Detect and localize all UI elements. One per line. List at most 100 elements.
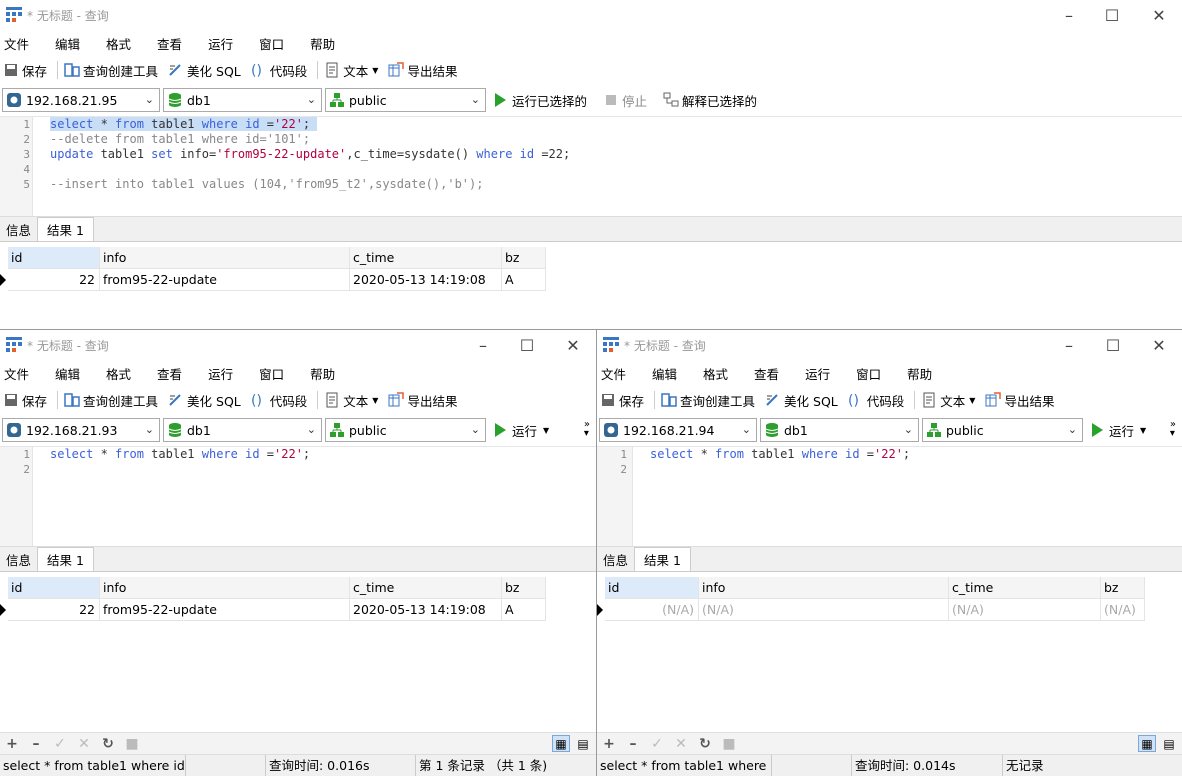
tab-result-1[interactable]: 结果 1 [634, 547, 691, 571]
tab-result-1[interactable]: 结果 1 [37, 547, 94, 571]
delete-record-icon[interactable]: – [28, 736, 44, 752]
column-header[interactable]: info [699, 577, 949, 599]
grid-view-icon[interactable]: ▦ [1138, 735, 1156, 752]
export-result-button[interactable]: 导出结果 [388, 61, 457, 80]
column-header[interactable]: bz [1101, 577, 1145, 599]
add-record-icon[interactable]: + [601, 736, 617, 752]
tab-result-1[interactable]: 结果 1 [37, 217, 94, 241]
form-view-icon[interactable]: ▤ [1160, 735, 1178, 752]
minimize-icon[interactable]: – [1046, 0, 1092, 30]
code-snippet-button[interactable]: () 代码段 [251, 391, 308, 410]
menu-window[interactable]: 窗口 [856, 364, 881, 383]
export-result-button[interactable]: 导出结果 [985, 391, 1054, 410]
column-header[interactable]: info [100, 577, 350, 599]
maximize-icon[interactable]: ☐ [1090, 330, 1136, 360]
column-header[interactable]: bz [502, 577, 546, 599]
column-header[interactable]: c_time [350, 247, 502, 269]
beautify-sql-button[interactable]: 美化 SQL [765, 391, 838, 410]
column-header[interactable]: id [605, 577, 699, 599]
column-header[interactable]: info [100, 247, 350, 269]
tab-info[interactable]: 信息 [0, 547, 37, 571]
apply-changes-icon[interactable]: ✓ [649, 736, 665, 752]
column-header[interactable]: bz [502, 247, 546, 269]
code-snippet-button[interactable]: () 代码段 [251, 61, 308, 80]
column-header[interactable]: c_time [350, 577, 502, 599]
menu-window[interactable]: 窗口 [259, 34, 284, 53]
connection-select[interactable]: 192.168.21.95 ⌄ [2, 88, 160, 112]
menu-run[interactable]: 运行 [805, 364, 830, 383]
connection-select[interactable]: 192.168.21.94 ⌄ [599, 418, 757, 442]
code-snippet-button[interactable]: () 代码段 [848, 391, 905, 410]
text-mode-button[interactable]: 文本 ▼ [921, 391, 975, 410]
query-builder-button[interactable]: 查询创建工具 [64, 61, 158, 80]
grid-view-icon[interactable]: ▦ [552, 735, 570, 752]
connection-select[interactable]: 192.168.21.93 ⌄ [2, 418, 160, 442]
column-header[interactable]: c_time [949, 577, 1101, 599]
run-button[interactable]: 运行 ▼ [1092, 421, 1146, 440]
close-icon[interactable]: ✕ [1136, 330, 1182, 360]
menu-format[interactable]: 格式 [703, 364, 728, 383]
export-result-button[interactable]: 导出结果 [388, 391, 457, 410]
refresh-icon[interactable]: ↻ [100, 736, 116, 752]
add-record-icon[interactable]: + [4, 736, 20, 752]
minimize-icon[interactable]: – [1046, 330, 1092, 360]
maximize-icon[interactable]: ☐ [1089, 0, 1135, 30]
discard-changes-icon[interactable]: ✕ [76, 736, 92, 752]
column-header[interactable]: id [8, 247, 100, 269]
sql-editor[interactable]: 1 2 3 4 5 select * from table1 where id … [0, 116, 1182, 216]
column-header[interactable]: id [8, 577, 100, 599]
menu-run[interactable]: 运行 [208, 364, 233, 383]
minimize-icon[interactable]: – [460, 330, 506, 360]
close-icon[interactable]: ✕ [1136, 0, 1182, 30]
beautify-sql-button[interactable]: 美化 SQL [168, 391, 241, 410]
apply-changes-icon[interactable]: ✓ [52, 736, 68, 752]
menu-format[interactable]: 格式 [106, 34, 131, 53]
menu-edit[interactable]: 编辑 [652, 364, 677, 383]
beautify-sql-button[interactable]: 美化 SQL [168, 61, 241, 80]
menu-help[interactable]: 帮助 [310, 34, 335, 53]
tab-info[interactable]: 信息 [0, 217, 37, 241]
sql-editor[interactable]: 1 2 select * from table1 where id ='22'; [597, 446, 1182, 546]
delete-record-icon[interactable]: – [625, 736, 641, 752]
database-select[interactable]: db1 ⌄ [760, 418, 919, 442]
table-row[interactable]: (N/A) (N/A) (N/A) (N/A) [597, 599, 1182, 621]
save-button[interactable]: 保存 [3, 391, 47, 410]
maximize-icon[interactable]: ☐ [504, 330, 550, 360]
explain-selected-button[interactable]: 解释已选择的 [663, 91, 757, 110]
menu-view[interactable]: 查看 [157, 34, 182, 53]
stop-icon[interactable]: ■ [721, 736, 737, 752]
run-selected-button[interactable]: 运行已选择的 [495, 91, 587, 110]
form-view-icon[interactable]: ▤ [574, 735, 592, 752]
menu-edit[interactable]: 编辑 [55, 34, 80, 53]
stop-icon[interactable]: ■ [124, 736, 140, 752]
menu-help[interactable]: 帮助 [907, 364, 932, 383]
table-row[interactable]: 22 from95-22-update 2020-05-13 14:19:08 … [0, 269, 1182, 291]
database-select[interactable]: db1 ⌄ [163, 418, 322, 442]
schema-select[interactable]: public ⌄ [325, 88, 486, 112]
save-button[interactable]: 保存 [600, 391, 644, 410]
menu-view[interactable]: 查看 [157, 364, 182, 383]
refresh-icon[interactable]: ↻ [697, 736, 713, 752]
overflow-chevron-icon[interactable]: » ▾ [1170, 420, 1176, 439]
table-row[interactable]: 22 from95-22-update 2020-05-13 14:19:08 … [0, 599, 596, 621]
menu-window[interactable]: 窗口 [259, 364, 284, 383]
discard-changes-icon[interactable]: ✕ [673, 736, 689, 752]
menu-view[interactable]: 查看 [754, 364, 779, 383]
menu-edit[interactable]: 编辑 [55, 364, 80, 383]
close-icon[interactable]: ✕ [550, 330, 596, 360]
overflow-chevron-icon[interactable]: » ▾ [584, 420, 590, 439]
menu-file[interactable]: 文件 [4, 34, 29, 53]
tab-info[interactable]: 信息 [597, 547, 634, 571]
schema-select[interactable]: public ⌄ [325, 418, 486, 442]
database-select[interactable]: db1 ⌄ [163, 88, 322, 112]
sql-editor[interactable]: 1 2 select * from table1 where id ='22'; [0, 446, 596, 546]
run-button[interactable]: 运行 ▼ [495, 421, 549, 440]
text-mode-button[interactable]: 文本 ▼ [324, 391, 378, 410]
save-button[interactable]: 保存 [3, 61, 47, 80]
menu-file[interactable]: 文件 [601, 364, 626, 383]
query-builder-button[interactable]: 查询创建工具 [661, 391, 755, 410]
stop-button[interactable]: 停止 [603, 91, 647, 110]
menu-run[interactable]: 运行 [208, 34, 233, 53]
query-builder-button[interactable]: 查询创建工具 [64, 391, 158, 410]
menu-file[interactable]: 文件 [4, 364, 29, 383]
